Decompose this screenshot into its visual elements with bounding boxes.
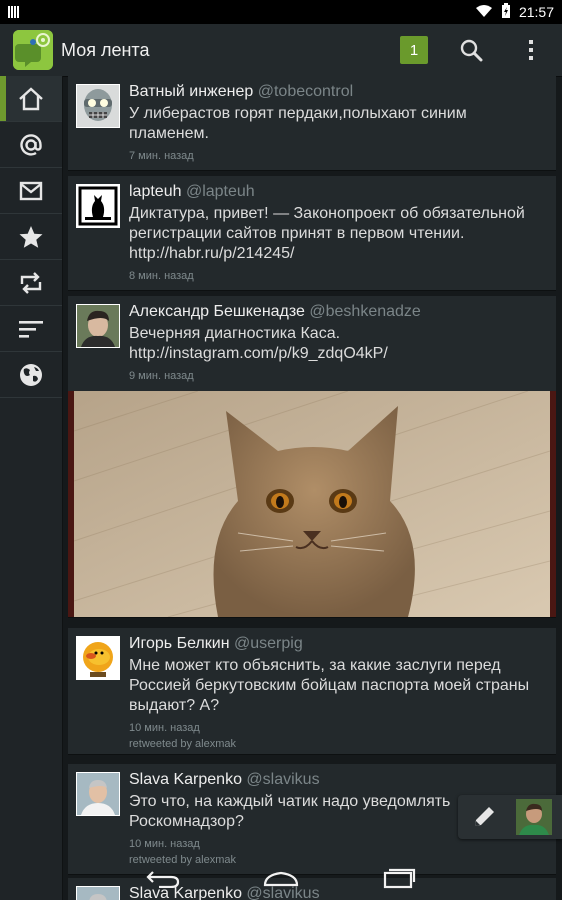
tweet-text: Мне может кто объяснить, за какие заслуг… [129,657,530,714]
system-nav-bar [0,855,562,900]
pencil-icon [475,807,494,826]
mail-icon [19,181,43,200]
tweet-author-name[interactable]: Александр Бешкенадзе [129,303,305,320]
avatar[interactable] [76,304,120,348]
tweet-timestamp: 8 мин. назад [129,270,194,282]
wifi-icon [475,4,493,21]
nav-explore[interactable] [0,352,62,398]
home-icon [19,86,43,110]
home-nav-icon [263,871,299,886]
tweet-card[interactable]: Игорь Белкин @userpig Мне может кто объя… [68,628,556,754]
side-nav [0,76,63,900]
mention-icon [20,133,42,156]
search-button[interactable] [456,35,486,65]
tweet-author-name[interactable]: Игорь Белкин [129,635,230,652]
back-icon [146,870,180,888]
tweet-author-name[interactable]: Ватный инженер [129,83,253,100]
search-icon [460,39,483,62]
tweet-timestamp: 10 мин. назад [129,722,200,734]
tweet-author-handle[interactable]: @tobecontrol [258,83,353,100]
action-bar: Моя лента 1 [0,24,562,76]
app-logo-icon[interactable] [13,30,53,70]
avatar[interactable] [76,84,120,128]
avatar[interactable] [76,184,120,228]
home-button[interactable] [257,858,305,898]
account-avatar[interactable] [516,799,552,835]
avatar[interactable] [76,772,120,816]
nav-mentions[interactable] [0,122,62,168]
compose-button[interactable] [458,795,510,839]
tweet-card[interactable]: Ватный инженер @tobecontrol У либерастов… [68,76,556,170]
page-title: Моя лента [61,39,150,60]
tweet-photo[interactable] [68,391,556,617]
notification-bars-icon [8,6,19,18]
tweet-timestamp: 10 мин. назад [129,838,200,850]
nav-favorites[interactable] [0,214,62,260]
nav-messages[interactable] [0,168,62,214]
unread-count-badge[interactable]: 1 [400,36,428,64]
overflow-menu-button[interactable] [516,35,546,65]
avatar[interactable] [76,636,120,680]
timeline[interactable]: Ватный инженер @tobecontrol У либерастов… [68,76,556,900]
status-bar: 21:57 [0,0,562,24]
back-button[interactable] [139,858,187,898]
nav-home[interactable] [0,76,62,122]
retweeted-by: retweeted by alexmak [129,738,236,750]
retweet-icon [20,271,42,294]
nav-lists[interactable] [0,306,62,352]
star-icon [19,225,43,248]
recent-apps-icon [383,868,416,888]
tweet-author-handle[interactable]: @slavikus [246,771,319,788]
tweet-author-name[interactable]: Slava Karpenko [129,771,242,788]
tweet-text: Вечерняя диагностика Каса. http://instag… [129,325,388,362]
tweet-text: У либерастов горят пердаки,полыхают сини… [129,105,467,142]
nav-retweets[interactable] [0,260,62,306]
more-vertical-icon [529,40,533,60]
lists-icon [19,320,43,338]
tweet-timestamp: 9 мин. назад [129,370,194,382]
tweet-author-handle[interactable]: @lapteuh [186,183,255,200]
tweet-text: Диктатура, привет! — Законопроект об обя… [129,205,525,262]
tweet-timestamp: 7 мин. назад [129,150,194,162]
tweet-author-name[interactable]: lapteuh [129,183,182,200]
compose-panel [458,795,562,839]
recents-button[interactable] [375,858,423,898]
globe-icon [20,363,42,386]
tweet-card[interactable]: lapteuh @lapteuh Диктатура, привет! — За… [68,176,556,290]
battery-icon [501,2,511,22]
tweet-author-handle[interactable]: @beshkenadze [309,303,420,320]
tweet-author-handle[interactable]: @userpig [234,635,303,652]
clock: 21:57 [518,4,554,20]
